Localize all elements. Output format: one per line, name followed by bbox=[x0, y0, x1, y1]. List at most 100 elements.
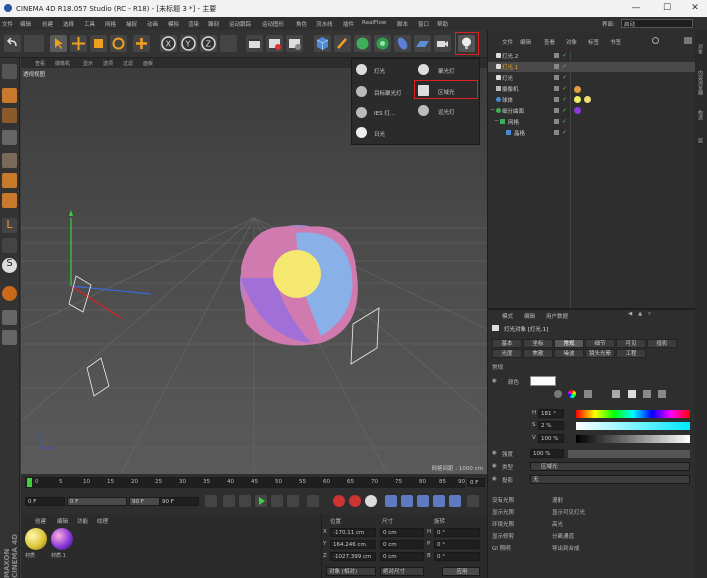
go-to-start-icon[interactable] bbox=[205, 495, 217, 507]
camera-tag-icon[interactable] bbox=[574, 86, 581, 93]
x-axis-icon[interactable]: X bbox=[160, 35, 177, 52]
current-frame-field[interactable]: 0 F bbox=[467, 478, 485, 487]
floor-icon[interactable] bbox=[414, 35, 431, 52]
dock-tab-content-browser[interactable]: 内容浏览器 bbox=[697, 70, 704, 95]
material-tag-icon[interactable] bbox=[574, 107, 581, 114]
go-to-end-icon[interactable] bbox=[307, 495, 319, 507]
points-mode-icon[interactable] bbox=[2, 153, 17, 168]
size-y-field[interactable]: 0 cm bbox=[380, 540, 424, 549]
mat-menu-function[interactable]: 功能 bbox=[77, 517, 88, 525]
am-menu-edit[interactable]: 编辑 bbox=[524, 312, 535, 320]
texture-mode-icon[interactable] bbox=[2, 108, 17, 123]
menu-edit[interactable]: 编辑 bbox=[20, 20, 31, 28]
enabled-check-icon[interactable]: ✓ bbox=[562, 129, 567, 136]
popup-ies-light[interactable]: IES 灯... bbox=[374, 109, 395, 117]
menu-simulate[interactable]: 模拟 bbox=[168, 20, 179, 28]
option-ambient[interactable]: 环境光照 bbox=[492, 520, 514, 528]
enabled-check-icon[interactable]: ✓ bbox=[562, 74, 567, 81]
menu-script[interactable]: 脚本 bbox=[397, 20, 408, 28]
menu-snap[interactable]: 捕捉 bbox=[126, 20, 137, 28]
key-selection-icon[interactable] bbox=[365, 495, 377, 507]
intensity-field[interactable]: 100 % bbox=[530, 449, 564, 458]
type-select[interactable]: 区域光 bbox=[530, 462, 690, 471]
menu-create[interactable]: 创建 bbox=[42, 20, 53, 28]
om-menu-bookmarks[interactable]: 书签 bbox=[610, 38, 621, 46]
y-axis-icon[interactable]: Y bbox=[180, 35, 197, 52]
scale-tool-icon[interactable] bbox=[90, 35, 107, 52]
coordinate-system-icon[interactable] bbox=[220, 35, 237, 52]
back-arrow-icon[interactable]: ◀ bbox=[628, 311, 632, 317]
cube-icon[interactable] bbox=[314, 35, 331, 52]
z-axis-icon[interactable]: Z bbox=[200, 35, 217, 52]
search-icon[interactable] bbox=[652, 37, 659, 44]
record-icon[interactable] bbox=[333, 495, 345, 507]
object-row-mesh[interactable]: − 网格 ✓ bbox=[488, 117, 696, 127]
close-button[interactable]: ✕ bbox=[689, 3, 701, 14]
mixer-mode-icon[interactable] bbox=[658, 390, 666, 398]
menu-plugins[interactable]: 插件 bbox=[343, 20, 354, 28]
enabled-check-icon[interactable]: ✓ bbox=[562, 118, 567, 125]
intensity-slider[interactable] bbox=[568, 450, 690, 458]
hsv-mode-icon[interactable] bbox=[628, 390, 636, 398]
menu-mograph[interactable]: 运动图形 bbox=[262, 20, 284, 28]
visibility-dots-icon[interactable] bbox=[554, 119, 559, 124]
hue-field[interactable]: 181 ° bbox=[538, 409, 564, 418]
shadow-radio-icon[interactable]: ◉ bbox=[492, 476, 497, 482]
timeline-playhead[interactable] bbox=[27, 478, 32, 487]
object-row-lattice[interactable]: 晶格 ✓ bbox=[488, 128, 696, 138]
rot-p-field[interactable]: 0 ° bbox=[434, 540, 480, 549]
om-menu-tags[interactable]: 标签 bbox=[588, 38, 599, 46]
coord-size-mode-select[interactable]: 绝对尺寸 bbox=[380, 567, 424, 576]
am-menu-userdata[interactable]: 用户数据 bbox=[546, 312, 568, 320]
vp-menu-options[interactable]: 选项 bbox=[103, 60, 113, 67]
tab-shadow[interactable]: 投影 bbox=[647, 339, 677, 348]
saturation-field[interactable]: 2 % bbox=[538, 421, 564, 430]
render-picture-viewer-icon[interactable] bbox=[266, 35, 283, 52]
option-no-illumination[interactable]: 没有光照 bbox=[492, 496, 514, 504]
axis-mode-icon[interactable]: L bbox=[2, 218, 17, 233]
color-spectrum-icon[interactable] bbox=[568, 390, 576, 398]
tab-project[interactable]: 工程 bbox=[616, 349, 646, 358]
option-show-illumination[interactable]: 显示光照 bbox=[492, 508, 514, 516]
object-row-subdivision[interactable]: − 细分曲面 ✓ bbox=[488, 106, 696, 116]
magnet-icon[interactable] bbox=[2, 286, 17, 301]
rot-h-field[interactable]: 0 ° bbox=[434, 528, 480, 537]
material-tag-icon[interactable] bbox=[584, 96, 591, 103]
menu-select[interactable]: 选择 bbox=[63, 20, 74, 28]
move-tool-icon[interactable] bbox=[70, 35, 87, 52]
option-specular[interactable]: 高光 bbox=[552, 520, 563, 528]
key-pla-icon[interactable] bbox=[449, 495, 461, 507]
visibility-dots-icon[interactable] bbox=[554, 86, 559, 91]
menu-window[interactable]: 窗口 bbox=[418, 20, 429, 28]
popup-infinite-light[interactable]: 远光灯 bbox=[438, 108, 455, 116]
menu-realflow[interactable]: RealFlow bbox=[362, 20, 386, 26]
range-min-field[interactable]: 0 F bbox=[67, 497, 127, 506]
menu-motion-tracking[interactable]: 运动跟踪 bbox=[229, 20, 251, 28]
pen-spline-icon[interactable] bbox=[334, 35, 351, 52]
rotate-tool-icon[interactable] bbox=[110, 35, 127, 52]
play-icon[interactable] bbox=[255, 495, 267, 507]
undo-icon[interactable] bbox=[4, 35, 21, 52]
array-icon[interactable] bbox=[374, 35, 391, 52]
object-row-sphere[interactable]: 球体 ✓ bbox=[488, 95, 696, 105]
hue-slider[interactable] bbox=[576, 410, 690, 418]
menu-help[interactable]: 帮助 bbox=[437, 20, 448, 28]
object-row-light1[interactable]: 灯光.1 ✓ bbox=[488, 62, 696, 72]
size-z-field[interactable]: 0 cm bbox=[380, 552, 424, 561]
tab-noise[interactable]: 噪波 bbox=[554, 349, 584, 358]
quantize-icon[interactable] bbox=[2, 330, 17, 345]
layout-select[interactable]: 启动 bbox=[621, 19, 693, 28]
subdivision-surface-icon[interactable] bbox=[354, 35, 371, 52]
visibility-dots-icon[interactable] bbox=[554, 108, 559, 113]
popup-sun[interactable]: 日光 bbox=[374, 130, 385, 138]
enabled-check-icon[interactable]: ✓ bbox=[562, 63, 567, 70]
auto-key-icon[interactable] bbox=[349, 495, 361, 507]
tweak-mode-icon[interactable] bbox=[2, 238, 17, 253]
menu-mesh[interactable]: 网格 bbox=[105, 20, 116, 28]
dock-tab-structure[interactable]: 构造 bbox=[697, 110, 704, 120]
mat-menu-texture[interactable]: 纹理 bbox=[97, 517, 108, 525]
material-tag-icon[interactable] bbox=[574, 96, 581, 103]
visibility-dots-icon[interactable] bbox=[554, 64, 559, 69]
popup-spot-light[interactable]: 聚光灯 bbox=[438, 67, 455, 75]
pos-z-field[interactable]: -1027.399 cm bbox=[330, 552, 376, 561]
